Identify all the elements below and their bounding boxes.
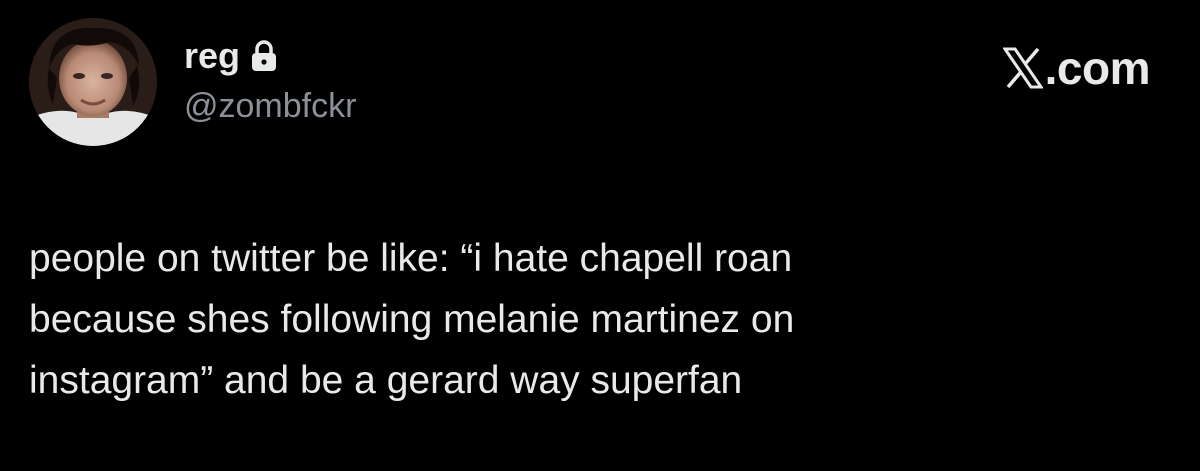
tweet-text-line: because shes following melanie martinez … xyxy=(29,298,795,341)
brand-watermark: .com xyxy=(1002,42,1151,94)
tweet-text-line: instagram” and be a gerard way superfan xyxy=(29,359,743,402)
tweet-card: reg @zombfckr .com people on twitter be … xyxy=(0,0,1200,471)
author-name-row: reg xyxy=(184,36,278,76)
profile-photo xyxy=(29,18,157,146)
tweet-text: people on twitter be like: “i hate chape… xyxy=(29,228,1149,411)
author-display-name[interactable]: reg xyxy=(184,36,240,76)
brand-label: .com xyxy=(1044,42,1151,94)
x-logo-icon xyxy=(1002,47,1043,89)
author-handle[interactable]: @zombfckr xyxy=(184,86,356,126)
tweet-text-line: people on twitter be like: “i hate chape… xyxy=(29,237,793,280)
lock-icon xyxy=(250,39,278,73)
avatar[interactable] xyxy=(29,18,157,146)
